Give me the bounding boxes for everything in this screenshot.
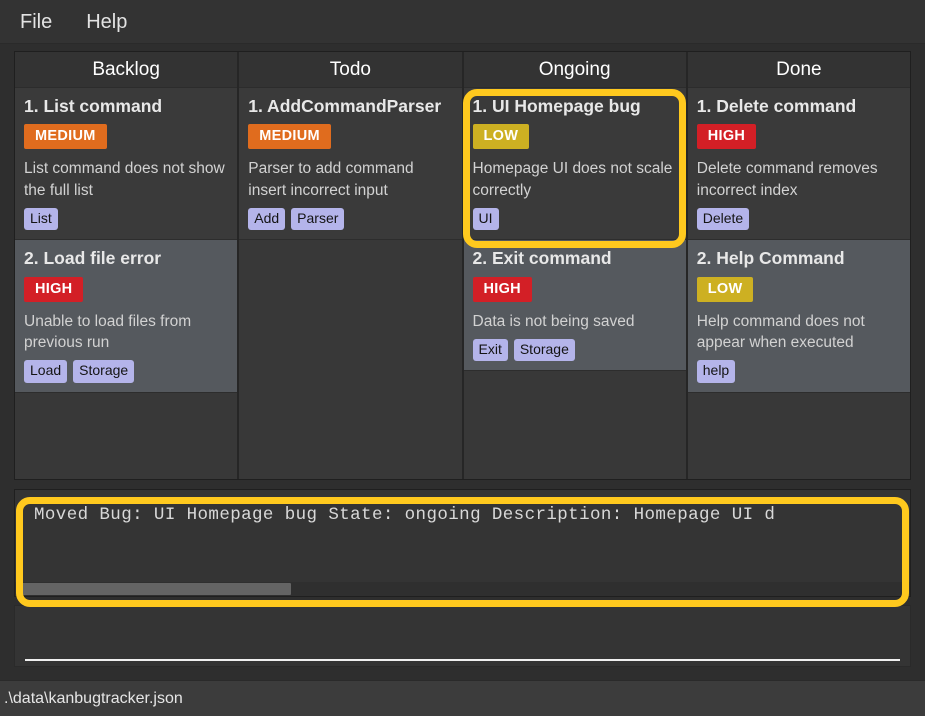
card-title: 1. List command xyxy=(24,96,163,116)
column-body-ongoing[interactable]: 1. UI Homepage bug LOW Homepage UI does … xyxy=(463,88,686,479)
log-scrollbar-track[interactable] xyxy=(15,582,910,596)
command-area xyxy=(0,599,925,680)
log-area: Moved Bug: UI Homepage bug State: ongoin… xyxy=(0,484,925,599)
column-ongoing[interactable]: Ongoing 1. UI Homepage bug LOW Homepage … xyxy=(463,52,688,479)
card-tags: help xyxy=(696,360,901,383)
card[interactable]: 2. Exit command HIGH Data is not being s… xyxy=(463,240,686,372)
column-backlog[interactable]: Backlog 1. List command MEDIUM List comm… xyxy=(15,52,240,479)
tag: Parser xyxy=(291,207,345,231)
card[interactable]: 1. Delete command HIGH Delete command re… xyxy=(687,88,910,241)
priority-badge: LOW xyxy=(696,276,754,302)
menu-help[interactable]: Help xyxy=(86,12,127,32)
tag: Load xyxy=(24,360,68,383)
tag: Add xyxy=(248,207,286,231)
column-body-todo[interactable]: 1. AddCommandParser MEDIUM Parser to add… xyxy=(239,88,462,479)
status-file-path: .\data\kanbugtracker.json xyxy=(4,689,183,707)
priority-badge: HIGH xyxy=(472,276,532,302)
card[interactable]: 1. List command MEDIUM List command does… xyxy=(15,88,238,241)
card-title: 2. Exit command xyxy=(472,248,612,269)
menu-file[interactable]: File xyxy=(20,12,52,32)
tag: Exit xyxy=(472,338,508,362)
menu-bar: File Help xyxy=(0,0,925,44)
priority-badge: LOW xyxy=(472,124,530,150)
card-description: Data is not being saved xyxy=(472,312,635,330)
card-title: 1. Delete command xyxy=(696,96,857,116)
card-description: Homepage UI does not scale correctly xyxy=(472,160,673,199)
column-header-ongoing: Ongoing xyxy=(463,52,686,88)
log-console[interactable]: Moved Bug: UI Homepage bug State: ongoin… xyxy=(14,489,911,597)
tag: UI xyxy=(472,207,499,231)
card-title: 1. UI Homepage bug xyxy=(472,96,641,116)
column-done[interactable]: Done 1. Delete command HIGH Delete comma… xyxy=(687,52,910,479)
card-title: 2. Load file error xyxy=(24,248,162,269)
kanban-board: Backlog 1. List command MEDIUM List comm… xyxy=(14,51,911,480)
card-description: Delete command removes incorrect index xyxy=(696,160,878,199)
card-tags: Delete xyxy=(696,207,901,231)
card[interactable]: 2. Help Command LOW Help command does no… xyxy=(687,240,910,393)
card-description: Parser to add command insert incorrect i… xyxy=(248,160,414,199)
tag: List xyxy=(24,207,58,231)
card[interactable]: 1. AddCommandParser MEDIUM Parser to add… xyxy=(239,88,462,241)
card-highlighted[interactable]: 1. UI Homepage bug LOW Homepage UI does … xyxy=(463,88,686,241)
column-header-done: Done xyxy=(687,52,910,88)
card-tags: UI xyxy=(472,207,677,231)
column-body-done[interactable]: 1. Delete command HIGH Delete command re… xyxy=(687,88,910,479)
tag: Delete xyxy=(696,207,750,231)
card-title: 1. AddCommandParser xyxy=(248,96,442,116)
card-description: Help command does not appear when execut… xyxy=(696,312,865,351)
column-header-backlog: Backlog xyxy=(15,52,238,88)
tag: Storage xyxy=(513,338,575,362)
log-message: Moved Bug: UI Homepage bug State: ongoin… xyxy=(34,505,776,525)
priority-badge: HIGH xyxy=(24,276,84,302)
board-area: Backlog 1. List command MEDIUM List comm… xyxy=(0,44,925,484)
card-tags: List xyxy=(24,207,228,231)
column-todo[interactable]: Todo 1. AddCommandParser MEDIUM Parser t… xyxy=(239,52,464,479)
card-tags: Add Parser xyxy=(248,207,452,231)
column-body-backlog[interactable]: 1. List command MEDIUM List command does… xyxy=(15,88,238,479)
priority-badge: MEDIUM xyxy=(248,124,331,150)
log-scrollbar-thumb[interactable] xyxy=(17,583,291,595)
card-title: 2. Help Command xyxy=(696,248,845,269)
tag: Storage xyxy=(73,360,135,383)
card-description: List command does not show the full list xyxy=(24,160,225,199)
card-tags: Load Storage xyxy=(24,360,228,383)
priority-badge: MEDIUM xyxy=(24,124,107,150)
card[interactable]: 2. Load file error HIGH Unable to load f… xyxy=(15,240,238,393)
command-input[interactable] xyxy=(25,639,900,661)
tag: help xyxy=(696,360,736,383)
priority-badge: HIGH xyxy=(696,124,757,150)
kanban-bug-tracker-window: File Help Backlog 1. List command MEDIUM… xyxy=(0,0,925,716)
card-description: Unable to load files from previous run xyxy=(24,312,192,351)
card-tags: Exit Storage xyxy=(472,338,677,362)
column-header-todo: Todo xyxy=(239,52,462,88)
status-bar: .\data\kanbugtracker.json xyxy=(0,680,925,716)
command-box[interactable] xyxy=(14,605,911,667)
